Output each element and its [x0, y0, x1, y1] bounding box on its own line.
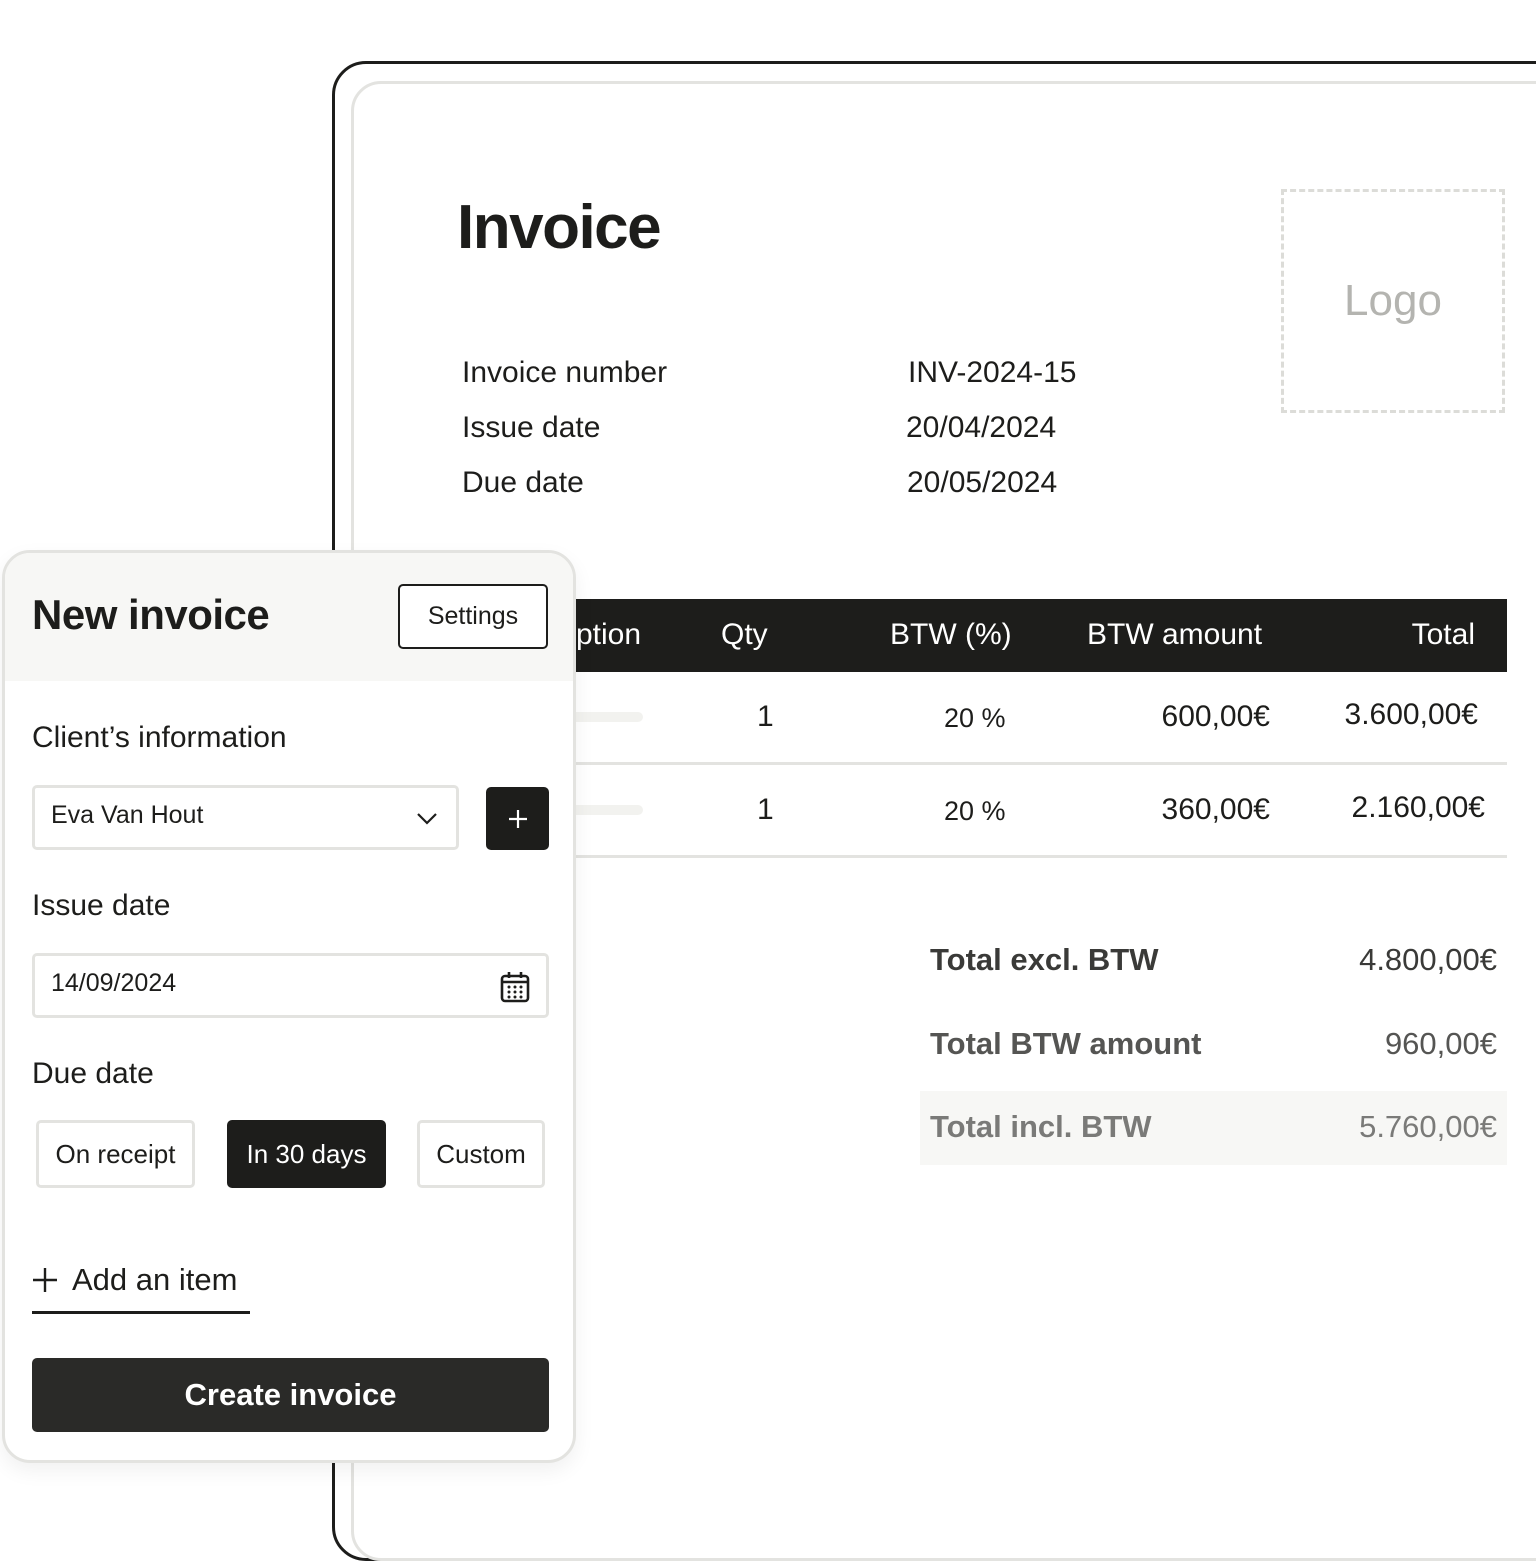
total-label: Total BTW amount — [930, 1026, 1202, 1061]
new-invoice-panel: New invoice Settings Client’s informatio… — [2, 550, 576, 1463]
logo-placeholder-label: Logo — [1344, 276, 1442, 325]
cell-btw-amount: 600,00€ — [1161, 700, 1270, 733]
cell-total: 3.600,00€ — [1344, 698, 1478, 731]
client-section-label: Client’s information — [32, 721, 287, 754]
cell-qty: 1 — [757, 700, 774, 733]
plus-icon — [33, 1268, 57, 1292]
panel-title: New invoice — [32, 591, 270, 638]
issue-date-value: 14/09/2024 — [51, 969, 177, 997]
plus-icon — [508, 809, 527, 828]
total-incl-btw: Total incl. BTW 5.760,00€ — [920, 1091, 1507, 1165]
meta-value: 20/04/2024 — [906, 411, 1057, 444]
issue-date-input[interactable]: 14/09/2024 — [32, 953, 549, 1018]
total-value: 5.760,00€ — [1359, 1109, 1497, 1144]
cell-total: 2.160,00€ — [1351, 791, 1485, 824]
column-btw-amount: BTW amount — [1087, 618, 1263, 651]
settings-button[interactable]: Settings — [398, 584, 548, 649]
total-label: Total incl. BTW — [930, 1109, 1152, 1144]
calendar-icon[interactable] — [500, 971, 530, 1003]
table-row: 1 20 % 600,00€ 3.600,00€ — [560, 672, 1507, 765]
issue-date-label: Issue date — [32, 889, 171, 922]
column-qty: Qty — [721, 618, 768, 651]
meta-value: INV-2024-15 — [908, 356, 1077, 389]
meta-value: 20/05/2024 — [907, 466, 1058, 499]
add-item-link[interactable]: Add an item — [32, 1261, 250, 1314]
chevron-down-icon — [417, 813, 437, 825]
meta-due-date: Due date 20/05/2024 — [462, 466, 1057, 500]
client-select-value: Eva Van Hout — [51, 801, 204, 829]
invoice-title: Invoice — [457, 193, 662, 262]
meta-label: Due date — [462, 466, 584, 499]
cell-btw-percent: 20 % — [944, 703, 1006, 733]
due-option-on-receipt[interactable]: On receipt — [36, 1120, 195, 1188]
table-row: 1 20 % 360,00€ 2.160,00€ — [560, 765, 1507, 858]
meta-label: Issue date — [462, 411, 601, 444]
total-excl-btw: Total excl. BTW 4.800,00€ — [920, 924, 1507, 998]
panel-header: New invoice Settings — [5, 553, 573, 681]
meta-invoice-number: Invoice number INV-2024-15 — [462, 356, 1076, 390]
due-option-in-30-days[interactable]: In 30 days — [227, 1120, 386, 1188]
add-client-button[interactable] — [486, 787, 549, 850]
items-table-header: ption Qty BTW (%) BTW amount Total — [560, 599, 1507, 672]
cell-qty: 1 — [757, 793, 774, 826]
client-select[interactable]: Eva Van Hout — [32, 785, 459, 850]
total-value: 4.800,00€ — [1359, 942, 1497, 977]
meta-label: Invoice number — [462, 356, 668, 389]
column-description: ption — [576, 618, 642, 651]
meta-issue-date: Issue date 20/04/2024 — [462, 411, 1056, 445]
total-label: Total excl. BTW — [930, 942, 1159, 977]
due-date-label: Due date — [32, 1057, 154, 1090]
logo-placeholder[interactable]: Logo — [1281, 189, 1505, 413]
create-invoice-button[interactable]: Create invoice — [32, 1358, 549, 1432]
column-total: Total — [1411, 618, 1475, 651]
cell-btw-percent: 20 % — [944, 796, 1006, 826]
due-option-custom[interactable]: Custom — [417, 1120, 545, 1188]
total-value: 960,00€ — [1384, 1026, 1497, 1061]
cell-btw-amount: 360,00€ — [1161, 793, 1270, 826]
add-item-label: Add an item — [72, 1262, 238, 1297]
column-btw-percent: BTW (%) — [890, 618, 1012, 651]
total-btw-amount: Total BTW amount 960,00€ — [920, 1008, 1507, 1082]
